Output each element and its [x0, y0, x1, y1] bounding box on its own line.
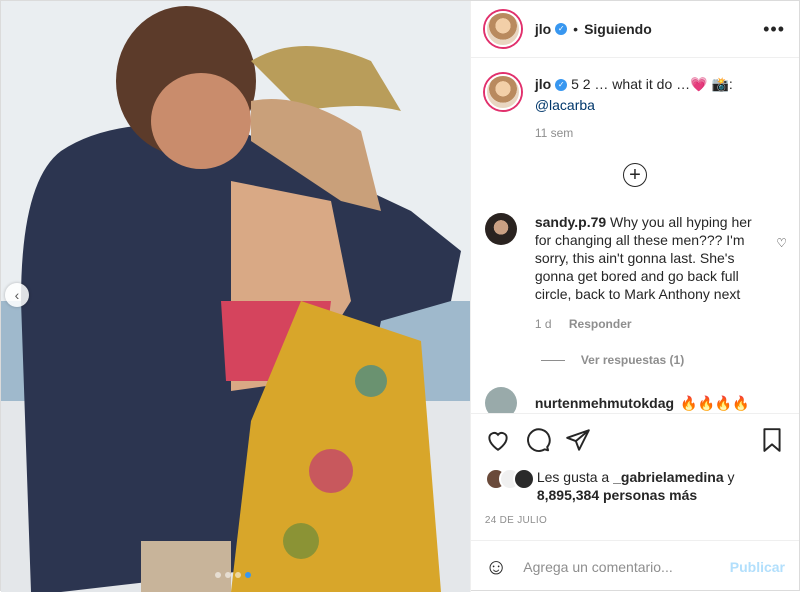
carousel-dot [225, 572, 231, 578]
comment-username[interactable]: sandy.p.79 [535, 214, 606, 230]
caption-username[interactable]: jlo [535, 76, 551, 92]
header-username[interactable]: jlo [535, 21, 551, 37]
caption-mention-link[interactable]: @lacarba [535, 97, 595, 113]
verified-badge-icon: ✓ [555, 23, 568, 35]
publish-button[interactable]: Publicar [730, 559, 785, 575]
comment-username[interactable]: nurtenmehmutokdag [535, 395, 674, 411]
post-actions: Les gusta a _gabrielamedina y 8,895,384 … [470, 413, 799, 526]
comment-item: sandy.p.79 Why you all hyping her for ch… [484, 213, 785, 333]
post-sidebar: jlo ✓ • Siguiendo ••• jlo ✓ 5 2 … what it… [469, 1, 799, 592]
comment-item: nurtenmehmutokdag 🔥🔥🔥🔥 [484, 387, 785, 413]
comment-like-heart-icon[interactable]: ♡ [776, 236, 787, 250]
comment-text: 🔥🔥🔥🔥 [680, 394, 750, 411]
caption: jlo ✓ 5 2 … what it do …💗 📸: @lacarba [484, 74, 785, 116]
comment-input[interactable] [523, 558, 724, 575]
load-more-comments-icon[interactable]: + [622, 163, 647, 187]
carousel-dots [215, 572, 251, 578]
carousel-dot-active [245, 572, 251, 578]
post-dialog: ‹ jlo ✓ • Siguiendo ••• jlo ✓ 5 2 … what … [0, 0, 800, 592]
more-options-icon[interactable]: ••• [763, 19, 785, 40]
carousel-dot [235, 572, 241, 578]
caption-text: jlo ✓ 5 2 … what it do …💗 📸: @lacarba [535, 74, 733, 116]
likes-conj: y [727, 469, 735, 485]
post-header: jlo ✓ • Siguiendo ••• [470, 1, 799, 58]
comment-avatar[interactable] [484, 213, 517, 245]
add-comment-bar: ☺ Publicar [470, 540, 799, 592]
header-separator: • [573, 21, 579, 37]
bookmark-icon[interactable] [759, 427, 785, 453]
emoji-icon[interactable]: ☺ [485, 554, 507, 580]
view-replies-label: Ver respuestas (1) [580, 353, 685, 367]
prev-arrow-icon[interactable]: ‹ [5, 283, 29, 307]
likes-user-link[interactable]: _gabrielamedina [613, 469, 724, 485]
verified-badge-icon: ✓ [555, 79, 568, 92]
like-heart-icon[interactable] [485, 427, 511, 453]
comments-list[interactable]: jlo ✓ 5 2 … what it do …💗 📸: @lacarba 11 … [471, 58, 799, 413]
likes-text: Les gusta a _gabrielamedina y 8,895,384 … [537, 468, 735, 504]
post-photo[interactable]: ‹ [1, 1, 470, 592]
likes-count-button[interactable]: 8,895,384 personas más [537, 487, 697, 503]
likes-summary: Les gusta a _gabrielamedina y 8,895,384 … [484, 468, 785, 504]
caption-time[interactable]: 11 sem [535, 126, 785, 140]
following-button[interactable]: Siguiendo [584, 21, 652, 37]
comment-avatar[interactable] [484, 387, 517, 413]
avatar[interactable] [512, 468, 535, 490]
photo-illustration [1, 1, 470, 592]
liker-avatars [484, 468, 537, 490]
comment-meta: 1 d Responder [535, 315, 761, 333]
avatar[interactable] [484, 11, 521, 47]
caption-body: 5 2 … what it do …💗 📸: [571, 76, 733, 92]
comment-age[interactable]: 1 d [535, 317, 552, 331]
likes-prefix: Les gusta a [536, 469, 610, 485]
share-paper-plane-icon[interactable] [565, 427, 591, 453]
reply-button[interactable]: Responder [569, 317, 632, 331]
view-replies-button[interactable]: Ver respuestas (1) [540, 353, 785, 367]
comment-bubble-icon[interactable] [525, 427, 551, 453]
post-date[interactable]: 24 DE JULIO [485, 515, 785, 526]
carousel-dot [215, 572, 221, 578]
caption-avatar[interactable] [484, 74, 521, 110]
divider [540, 359, 565, 361]
